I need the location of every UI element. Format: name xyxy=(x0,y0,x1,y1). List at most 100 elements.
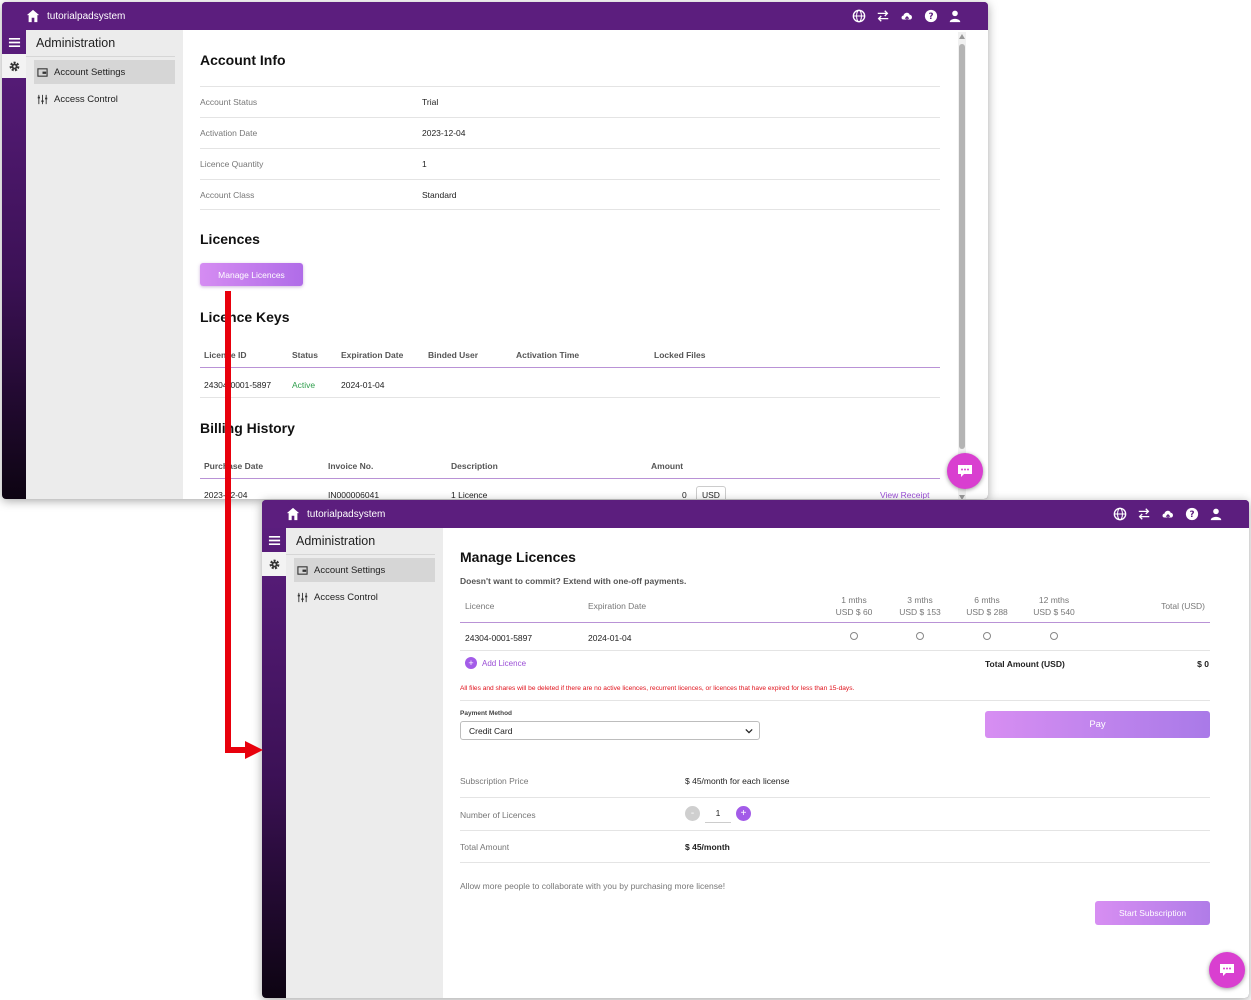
status-badge: Active xyxy=(292,380,316,390)
cloud-upload-icon[interactable] xyxy=(1161,507,1175,521)
plan-label: 12 mths xyxy=(1038,595,1070,605)
gear-icon xyxy=(269,559,279,569)
col-locked-files: Locked Files xyxy=(654,350,706,360)
licence-cell: 24304-0001-5897 xyxy=(465,633,533,643)
scroll-down-icon[interactable] xyxy=(959,495,965,499)
number-of-licences-row: Number of Licences - 1 + xyxy=(460,798,1210,831)
chevron-down-icon xyxy=(745,728,753,734)
scroll-up-icon[interactable] xyxy=(959,34,965,39)
manage-licences-button[interactable]: Manage Licences xyxy=(200,263,303,286)
quantity-stepper[interactable]: 1 xyxy=(705,803,731,823)
payment-method-select[interactable]: Credit Card xyxy=(460,721,760,740)
globe-icon[interactable] xyxy=(852,9,866,23)
activation-date-label: Activation Date xyxy=(200,128,258,138)
sidebar-item-access-control[interactable]: Access Control xyxy=(294,585,435,609)
user-icon[interactable] xyxy=(948,9,962,23)
billing-header: Purchase Date Invoice No. Description Am… xyxy=(200,453,940,479)
manage-licences-title: Manage Licences xyxy=(460,549,576,565)
menu-toggle[interactable] xyxy=(2,30,26,54)
licence-quantity-value: 1 xyxy=(422,159,427,169)
description-cell: 1 Licence xyxy=(451,490,488,499)
sidebar-title: Administration xyxy=(26,30,175,57)
svg-text:?: ? xyxy=(928,12,933,22)
annotation-arrow-vertical xyxy=(225,291,231,753)
account-class-row: Account Class Standard xyxy=(200,179,940,210)
view-receipt-link[interactable]: View Receipt xyxy=(880,490,929,499)
plan-price: USD $ 60 xyxy=(835,607,873,617)
plan-1-month-radio[interactable] xyxy=(850,632,858,640)
chat-button[interactable] xyxy=(1209,952,1245,988)
svg-text:?: ? xyxy=(1189,510,1194,520)
plan-label: 3 mths xyxy=(907,595,933,605)
col-expiration-date: Expiration Date xyxy=(341,350,404,360)
plan-3-months-radio[interactable] xyxy=(916,632,924,640)
home-icon[interactable] xyxy=(26,9,40,23)
total-amount-label: Total Amount (USD) xyxy=(985,659,1065,669)
sidebar-item-access-control[interactable]: Access Control xyxy=(34,87,175,111)
col-binded-user: Binded User xyxy=(428,350,479,360)
help-icon[interactable]: ? xyxy=(924,9,938,23)
swap-icon[interactable] xyxy=(1137,507,1151,521)
account-status-value: Trial xyxy=(422,97,439,107)
start-subscription-button[interactable]: Start Subscription xyxy=(1095,901,1210,925)
plan-6-months-radio[interactable] xyxy=(983,632,991,640)
swap-icon[interactable] xyxy=(876,9,890,23)
scrollbar-thumb[interactable] xyxy=(959,44,965,449)
menu-toggle[interactable] xyxy=(262,528,286,552)
licence-keys-title: Licence Keys xyxy=(200,309,290,325)
home-icon[interactable] xyxy=(286,507,300,521)
col-description: Description xyxy=(451,461,498,471)
plan-6-months: 6 mths USD $ 288 xyxy=(960,594,1014,618)
total-amount-row: Total Amount $ 45/month xyxy=(460,831,1210,863)
sidebar-item-account-settings[interactable]: Account Settings xyxy=(34,60,175,84)
plan-12-months-radio[interactable] xyxy=(1050,632,1058,640)
icon-rail xyxy=(262,528,286,998)
scrollbar[interactable] xyxy=(958,32,966,499)
licences-title: Licences xyxy=(200,231,260,247)
col-amount: Amount xyxy=(651,461,684,471)
account-settings-window: tutorialpadsystem ? Administration Accou… xyxy=(2,2,988,499)
col-purchase-date: Purchase Date xyxy=(204,461,264,471)
settings-rail-button[interactable] xyxy=(262,552,286,576)
subscription-note: Allow more people to collaborate with yo… xyxy=(460,881,726,891)
user-icon[interactable] xyxy=(1209,507,1223,521)
cloud-upload-icon[interactable] xyxy=(900,9,914,23)
payment-method-label: Payment Method xyxy=(460,710,513,717)
col-status: Status xyxy=(292,350,318,360)
decrement-button[interactable]: - xyxy=(685,806,700,821)
sidebar-item-account-settings[interactable]: Account Settings xyxy=(294,558,435,582)
number-of-licences-label: Number of Licences xyxy=(460,810,536,820)
subscription-total-value: $ 45/month xyxy=(685,842,730,852)
col-total-usd: Total (USD) xyxy=(1161,601,1205,611)
warning-text: All files and shares will be deleted if … xyxy=(460,685,855,692)
plan-price: USD $ 540 xyxy=(1033,607,1075,617)
chat-button[interactable] xyxy=(947,453,983,489)
sliders-icon xyxy=(37,94,48,104)
plan-price: USD $ 153 xyxy=(899,607,941,617)
licence-quantity-row: Licence Quantity 1 xyxy=(200,148,940,179)
increment-button[interactable]: + xyxy=(736,806,751,821)
pay-button[interactable]: Pay xyxy=(985,711,1210,738)
manage-licences-window: tutorialpadsystem ? Administration Accou… xyxy=(262,500,1249,998)
sidebar-item-label: Access Control xyxy=(54,93,118,105)
sidebar: Administration Account Settings Access C… xyxy=(286,528,443,998)
subscription-price-value: $ 45/month for each license xyxy=(685,776,790,786)
add-licence-button[interactable]: + Add Licence xyxy=(465,657,526,669)
add-licence-label: Add Licence xyxy=(482,658,527,668)
help-icon[interactable]: ? xyxy=(1185,507,1199,521)
sidebar-item-label: Access Control xyxy=(314,591,378,603)
sidebar-title: Administration xyxy=(286,528,435,555)
col-activation-time: Activation Time xyxy=(516,350,580,360)
gear-icon xyxy=(9,61,19,71)
table-row: 2023-12-04 IN000006041 1 Licence 0 USD V… xyxy=(200,479,940,499)
settings-rail-button[interactable] xyxy=(2,54,26,78)
manage-subtitle: Doesn't want to commit? Extend with one-… xyxy=(460,576,687,586)
app-brand[interactable]: tutorialpadsystem xyxy=(47,11,125,22)
account-status-row: Account Status Trial xyxy=(200,86,940,117)
plan-label: 6 mths xyxy=(974,595,1000,605)
licence-quantity-label: Licence Quantity xyxy=(200,159,264,169)
app-brand[interactable]: tutorialpadsystem xyxy=(307,509,385,520)
plus-circle-icon: + xyxy=(465,657,477,669)
globe-icon[interactable] xyxy=(1113,507,1127,521)
total-amount-value: $ 0 xyxy=(1197,659,1209,669)
